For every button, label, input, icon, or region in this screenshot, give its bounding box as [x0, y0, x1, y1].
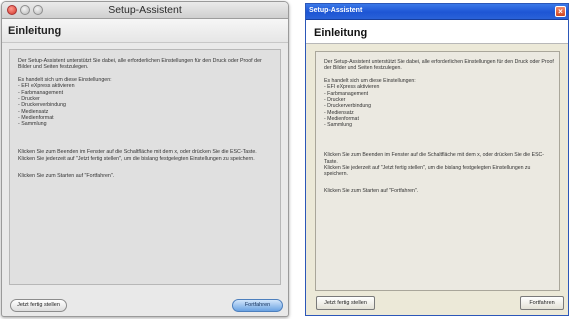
windows-titlebar[interactable]: Setup-Assistent ×	[306, 4, 568, 20]
save-instruction-text: Klicken Sie jederzeit auf "Jetzt fertig …	[324, 165, 531, 178]
continue-button[interactable]: Fortfahren	[232, 299, 283, 312]
window-title: Setup-Assistent	[309, 7, 363, 14]
page-heading: Einleitung	[2, 19, 288, 43]
finish-now-button[interactable]: Jetzt fertig stellen	[10, 299, 67, 312]
close-icon[interactable]: ×	[555, 6, 566, 17]
finish-now-button[interactable]: Jetzt fertig stellen	[316, 296, 375, 310]
settings-list: Es handelt sich um diese Einstellungen: …	[18, 77, 274, 127]
content-panel: Der Setup-Assistent unterstützt Sie dabe…	[9, 49, 281, 285]
continue-button[interactable]: Fortfahren	[520, 296, 564, 310]
intro-text: Der Setup-Assistent unterstützt Sie dabe…	[324, 59, 554, 72]
close-instruction-text: Klicken Sie zum Beenden im Fenster auf d…	[18, 149, 257, 156]
mac-setup-window: Setup-Assistent Einleitung Der Setup-Ass…	[1, 1, 289, 317]
save-instruction-text: Klicken Sie jederzeit auf "Jetzt fertig …	[18, 155, 255, 162]
mac-titlebar[interactable]: Setup-Assistent	[2, 2, 288, 19]
screenshot-stage: Setup-Assistent Einleitung Der Setup-Ass…	[0, 0, 571, 319]
start-instruction-text: Klicken Sie zum Starten auf "Fortfahren"…	[324, 188, 419, 195]
window-title: Setup-Assistent	[108, 4, 182, 16]
content-panel: Der Setup-Assistent unterstützt Sie dabe…	[315, 51, 560, 291]
settings-list: Es handelt sich um diese Einstellungen: …	[324, 78, 554, 128]
page-heading: Einleitung	[306, 20, 568, 44]
start-instruction-text: Klicken Sie zum Starten auf "Fortfahren"…	[18, 172, 115, 179]
close-instruction-text: Klicken Sie zum Beenden im Fenster auf d…	[324, 152, 544, 165]
intro-text: Der Setup-Assistent unterstützt Sie dabe…	[18, 58, 262, 71]
windows-setup-window: Setup-Assistent × Einleitung Der Setup-A…	[305, 3, 569, 316]
